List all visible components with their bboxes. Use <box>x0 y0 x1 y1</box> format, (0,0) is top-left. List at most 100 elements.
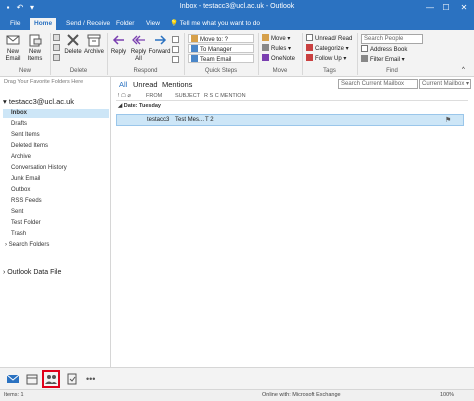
new-email-label: New Email <box>5 49 21 62</box>
folder-junk-email[interactable]: Junk Email <box>11 175 40 184</box>
rules-label: Rules <box>271 46 287 52</box>
folder-archive[interactable]: Archive <box>11 153 31 162</box>
filter-icon <box>361 55 368 62</box>
calendar-icon[interactable] <box>25 372 39 386</box>
search-scope-label: Current Mailbox <box>422 81 465 87</box>
message-size: T 2 <box>205 117 214 123</box>
ignore-icon <box>53 34 60 41</box>
folder-sent-items[interactable]: Sent Items <box>11 131 40 140</box>
reply-icon <box>112 35 124 45</box>
minimize-button[interactable]: — <box>424 2 436 14</box>
onenote-button[interactable]: OneNote <box>262 54 295 63</box>
tab-folder[interactable]: Folder <box>112 18 138 30</box>
im-button[interactable] <box>172 46 181 55</box>
table-row[interactable]: testacc3 Test Mes... T 2 ⚑ <box>116 114 464 126</box>
address-book-button[interactable]: Address Book <box>361 45 407 54</box>
mail-icon[interactable] <box>6 372 20 386</box>
quickstep-team-email-label: Team Email <box>200 57 232 63</box>
column-icons[interactable]: ! ☖ ⌀ <box>118 93 131 99</box>
tab-send-receive[interactable]: Send / Receive <box>62 18 114 30</box>
quickstep-team-email[interactable]: Team Email <box>188 54 254 63</box>
reply-all-label: Reply All <box>130 49 147 62</box>
tab-file[interactable]: File <box>6 18 24 30</box>
message-subject: Test Mes... <box>175 117 205 123</box>
column-mention[interactable]: R S C MENTION <box>204 93 246 99</box>
search-people-input[interactable]: Search People <box>361 34 423 44</box>
meeting-icon <box>172 36 179 43</box>
follow-up-button[interactable]: Follow Up ▾ <box>306 54 346 63</box>
data-file-node[interactable]: › Outlook Data File <box>3 269 61 276</box>
archive-icon <box>87 34 101 47</box>
search-folders-label: Search Folders <box>8 242 50 248</box>
tab-view[interactable]: View <box>142 18 164 30</box>
collapse-ribbon-icon[interactable]: ^ <box>462 66 465 75</box>
message-list: All Unread Mentions Search Current Mailb… <box>112 77 474 367</box>
reply-all-button[interactable]: Reply All <box>129 33 148 63</box>
column-header <box>116 92 468 101</box>
column-from[interactable]: FROM <box>146 93 162 99</box>
rules-icon <box>262 44 269 51</box>
flag-icon[interactable]: ⚑ <box>445 116 451 124</box>
tab-home[interactable]: Home <box>30 18 57 30</box>
delete-button[interactable]: Delete <box>63 33 83 56</box>
folder-inbox[interactable]: Inbox <box>3 109 109 118</box>
folder-outbox[interactable]: Outbox <box>11 186 30 195</box>
date-group-label: Date: Tuesday <box>123 103 161 109</box>
forward-label: Forward <box>148 49 171 55</box>
quickstep-move-to[interactable]: Move to: ? <box>188 34 254 43</box>
more-respond-button[interactable] <box>172 56 181 65</box>
favorites-drop-zone[interactable]: Drag Your Favorite Folders Here <box>4 79 108 85</box>
maximize-button[interactable]: ☐ <box>440 2 452 14</box>
filter-unread[interactable]: Unread <box>133 80 158 89</box>
new-email-button[interactable]: New Email <box>3 33 23 63</box>
folder-search-folders[interactable]: › Search Folders <box>5 241 49 250</box>
rules-button[interactable]: Rules ▾ <box>262 44 291 53</box>
lightbulb-icon: 💡 <box>170 20 180 27</box>
address-book-icon <box>361 45 368 52</box>
filter-all[interactable]: All <box>119 80 127 89</box>
meeting-button[interactable] <box>172 36 181 45</box>
items-count: Items: 1 <box>4 392 24 398</box>
search-mailbox-input[interactable]: Search Current Mailbox <box>338 79 418 89</box>
archive-button[interactable]: Archive <box>83 33 105 56</box>
forward-button[interactable]: Forward <box>148 33 171 56</box>
cleanup-button[interactable] <box>53 44 62 53</box>
folder-test-folder[interactable]: Test Folder <box>11 219 41 228</box>
ignore-button[interactable] <box>53 34 62 43</box>
folder-trash[interactable]: Trash <box>11 230 26 239</box>
folder-deleted-items[interactable]: Deleted Items <box>11 142 48 151</box>
move-folder-icon <box>262 34 269 41</box>
tell-me-label: Tell me what you want to do <box>179 20 261 27</box>
filter-email-button[interactable]: Filter Email ▾ <box>361 55 405 64</box>
search-scope-dropdown[interactable]: Current Mailbox ▾ <box>419 79 471 89</box>
close-button[interactable]: ✕ <box>458 2 470 14</box>
reply-label: Reply <box>110 49 127 55</box>
people-button[interactable] <box>42 370 60 388</box>
junk-button[interactable] <box>53 54 62 63</box>
people-icon <box>45 375 57 384</box>
team-email-icon <box>191 55 198 62</box>
navigation-bar: ••• <box>0 367 474 389</box>
quickstep-to-manager[interactable]: To Manager <box>188 44 254 53</box>
tell-me-search[interactable]: 💡 Tell me what you want to do <box>166 18 264 30</box>
folder-drafts[interactable]: Drafts <box>11 120 27 129</box>
folder-rss-feeds[interactable]: RSS Feeds <box>11 197 42 206</box>
cleanup-icon <box>53 44 60 51</box>
more-apps-icon[interactable]: ••• <box>86 372 100 386</box>
categorize-button[interactable]: Categorize ▾ <box>306 44 349 53</box>
filter-mentions[interactable]: Mentions <box>162 80 192 89</box>
column-subject[interactable]: SUBJECT <box>175 93 200 99</box>
reply-button[interactable]: Reply <box>109 33 128 56</box>
data-file-label: Outlook Data File <box>7 269 62 276</box>
group-quick-steps-label: Quick Steps <box>204 68 238 74</box>
ribbon-tabs: File Home Send / Receive Folder View 💡 T… <box>0 16 474 30</box>
tasks-icon[interactable] <box>65 372 79 386</box>
account-node[interactable]: ▾ testacc3@ucl.ac.uk <box>3 97 74 106</box>
category-icon <box>306 44 313 51</box>
folder-sent[interactable]: Sent <box>11 208 23 217</box>
new-items-button[interactable]: New Items <box>23 33 47 63</box>
folder-conversation-history[interactable]: Conversation History <box>11 164 67 173</box>
unread-read-button[interactable]: Unread/ Read <box>306 34 352 43</box>
move-button[interactable]: Move ▾ <box>262 34 290 43</box>
date-group-header[interactable]: ◢ Date: Tuesday <box>118 103 161 109</box>
